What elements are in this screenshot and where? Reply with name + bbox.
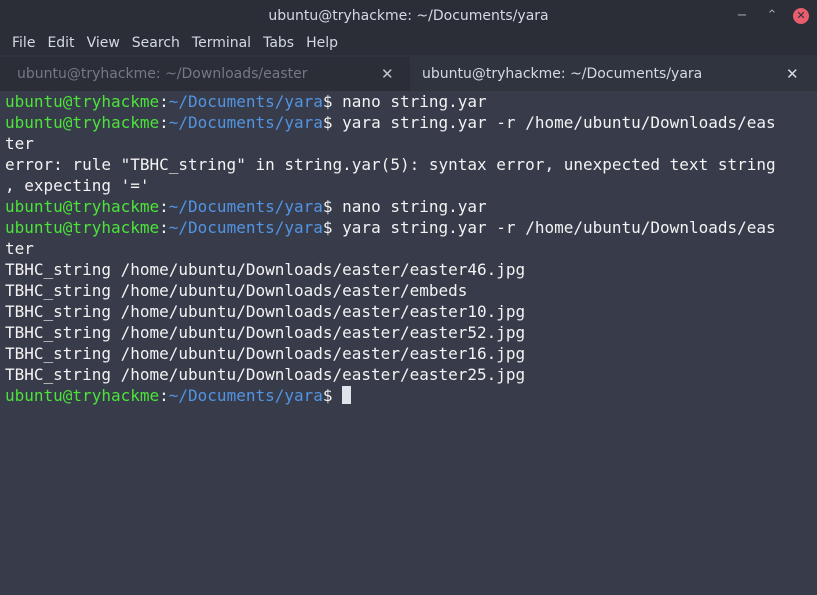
prompt-user: ubuntu@tryhackme bbox=[5, 92, 160, 111]
tab-downloads-easter[interactable]: ubuntu@tryhackme: ~/Downloads/easter ✕ bbox=[0, 57, 409, 91]
terminal-output[interactable]: ubuntu@tryhackme:~/Documents/yara$ nano … bbox=[0, 91, 817, 595]
title-bar[interactable]: ubuntu@tryhackme: ~/Documents/yara − ⌃ ✕ bbox=[0, 0, 817, 33]
command-text: nano string.yar bbox=[332, 197, 487, 216]
tab-close-icon[interactable]: ✕ bbox=[786, 57, 799, 91]
menu-terminal[interactable]: Terminal bbox=[186, 33, 257, 55]
minimize-icon[interactable]: − bbox=[734, 8, 750, 24]
command-line: ubuntu@tryhackme:~/Documents/yara$ yara … bbox=[5, 217, 817, 238]
tab-bar: ubuntu@tryhackme: ~/Downloads/easter ✕ u… bbox=[0, 57, 817, 91]
menu-edit[interactable]: Edit bbox=[41, 33, 80, 55]
command-text: nano string.yar bbox=[332, 92, 487, 111]
prompt-separator: : bbox=[159, 92, 169, 111]
prompt-user: ubuntu@tryhackme bbox=[5, 113, 160, 132]
output-line: TBHC_string /home/ubuntu/Downloads/easte… bbox=[5, 344, 526, 363]
menu-bar: File Edit View Search Terminal Tabs Help bbox=[0, 33, 817, 55]
command-line: ubuntu@tryhackme:~/Documents/yara$ nano … bbox=[5, 196, 817, 217]
tab-label: ubuntu@tryhackme: ~/Documents/yara bbox=[422, 66, 703, 82]
prompt-suffix: $ bbox=[322, 92, 333, 111]
prompt-suffix: $ bbox=[322, 386, 333, 405]
text-cursor bbox=[341, 386, 351, 404]
tab-documents-yara[interactable]: ubuntu@tryhackme: ~/Documents/yara ✕ bbox=[410, 57, 817, 91]
menu-search[interactable]: Search bbox=[126, 33, 186, 55]
command-text: yara string.yar -r /home/ubuntu/Download… bbox=[332, 113, 776, 132]
window-title: ubuntu@tryhackme: ~/Documents/yara bbox=[268, 8, 549, 24]
prompt-path: ~/Documents/yara bbox=[168, 92, 323, 111]
menu-tabs[interactable]: Tabs bbox=[257, 33, 300, 55]
tab-label: ubuntu@tryhackme: ~/Downloads/easter bbox=[17, 66, 308, 82]
prompt-separator: : bbox=[159, 218, 169, 237]
prompt-path: ~/Documents/yara bbox=[168, 218, 323, 237]
menu-view[interactable]: View bbox=[81, 33, 126, 55]
prompt-user: ubuntu@tryhackme bbox=[5, 386, 160, 405]
prompt-user: ubuntu@tryhackme bbox=[5, 218, 160, 237]
output-line: ter bbox=[5, 239, 34, 258]
output-line: TBHC_string /home/ubuntu/Downloads/easte… bbox=[5, 323, 526, 342]
prompt-separator: : bbox=[159, 197, 169, 216]
prompt-user: ubuntu@tryhackme bbox=[5, 197, 160, 216]
output-line: , expecting '=' bbox=[5, 176, 150, 195]
menu-help[interactable]: Help bbox=[300, 33, 344, 55]
output-line: TBHC_string /home/ubuntu/Downloads/easte… bbox=[5, 260, 526, 279]
menu-file[interactable]: File bbox=[0, 33, 41, 55]
close-icon[interactable]: ✕ bbox=[793, 8, 809, 24]
prompt-path: ~/Documents/yara bbox=[168, 386, 323, 405]
output-line: TBHC_string /home/ubuntu/Downloads/easte… bbox=[5, 365, 526, 384]
command-text: yara string.yar -r /home/ubuntu/Download… bbox=[332, 218, 776, 237]
prompt-path: ~/Documents/yara bbox=[168, 197, 323, 216]
output-line: TBHC_string /home/ubuntu/Downloads/easte… bbox=[5, 281, 468, 300]
prompt-suffix: $ bbox=[322, 197, 333, 216]
maximize-icon[interactable]: ⌃ bbox=[764, 8, 780, 24]
command-line: ubuntu@tryhackme:~/Documents/yara$ yara … bbox=[5, 112, 817, 133]
prompt-path: ~/Documents/yara bbox=[168, 113, 323, 132]
output-line: ter bbox=[5, 134, 34, 153]
command-line: ubuntu@tryhackme:~/Documents/yara$ nano … bbox=[5, 91, 817, 112]
output-line: error: rule "TBHC_string" in string.yar(… bbox=[5, 155, 776, 174]
prompt-separator: : bbox=[159, 113, 169, 132]
tab-close-icon[interactable]: ✕ bbox=[381, 57, 394, 91]
prompt-line: ubuntu@tryhackme:~/Documents/yara$ bbox=[5, 385, 817, 406]
prompt-suffix: $ bbox=[322, 218, 333, 237]
terminal-window: ubuntu@tryhackme: ~/Documents/yara − ⌃ ✕… bbox=[0, 0, 817, 595]
output-line: TBHC_string /home/ubuntu/Downloads/easte… bbox=[5, 302, 526, 321]
prompt-separator: : bbox=[159, 386, 169, 405]
prompt-suffix: $ bbox=[322, 113, 333, 132]
